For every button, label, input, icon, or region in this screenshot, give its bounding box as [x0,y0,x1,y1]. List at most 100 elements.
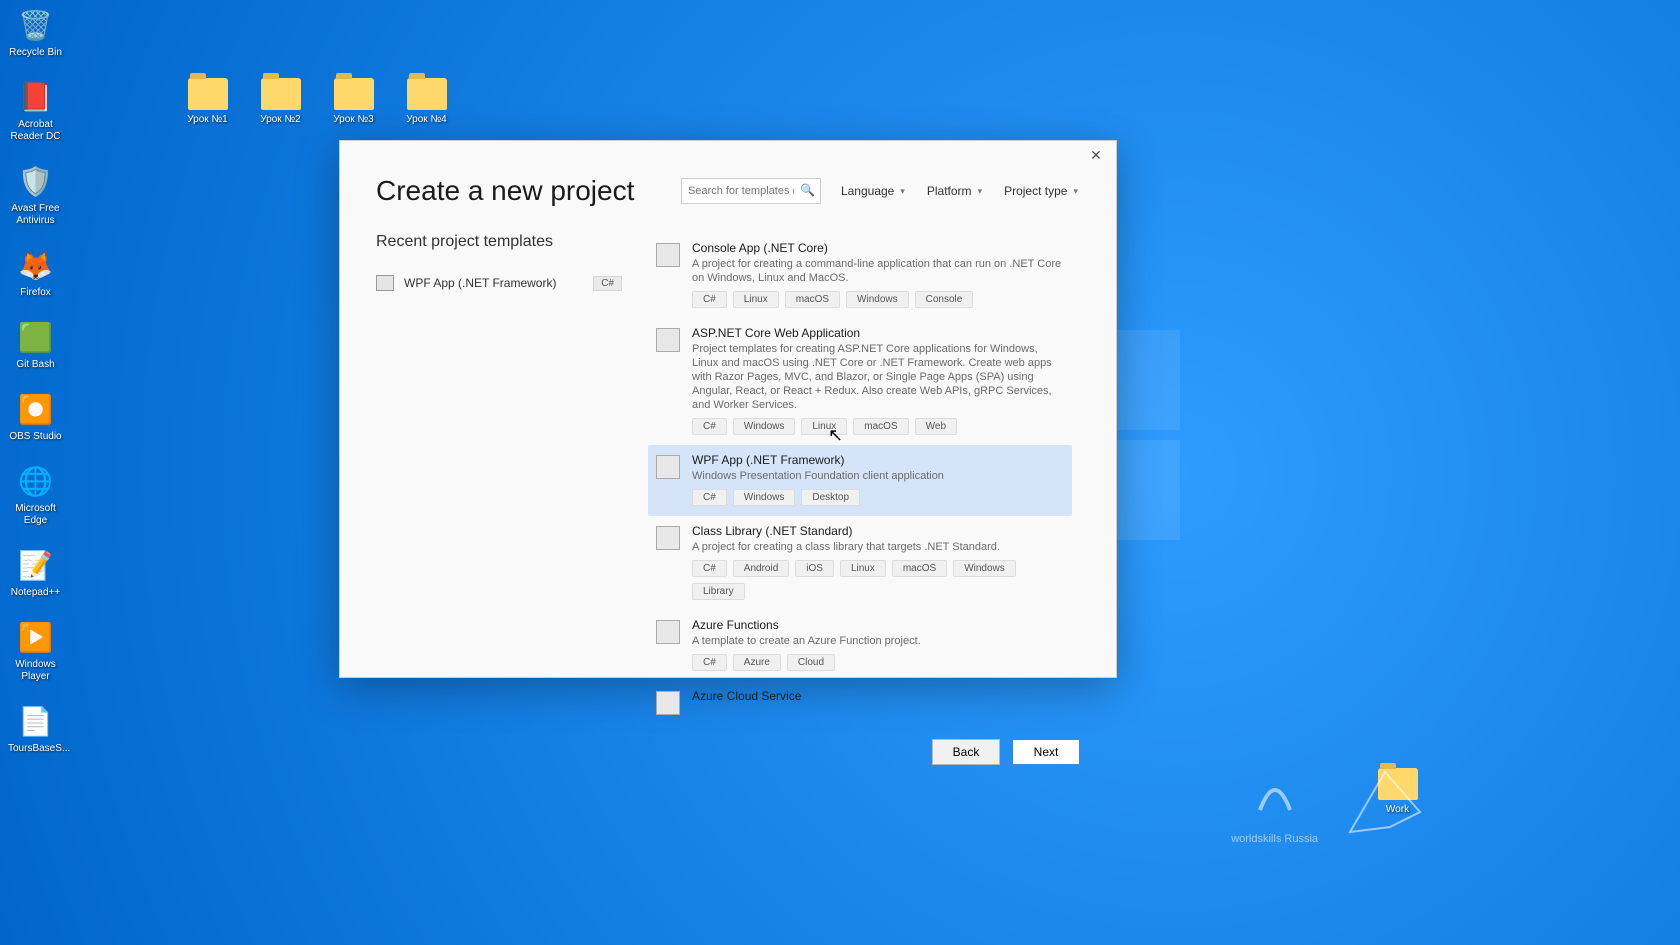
template-tag: Cloud [787,654,835,671]
template-tag: C# [692,291,727,308]
template-item[interactable]: Azure Functions A template to create an … [648,610,1072,681]
template-description: A project for creating a class library t… [692,540,1064,554]
filter-platform[interactable]: Platform [925,180,984,202]
back-button[interactable]: Back [932,739,1000,765]
template-tag: Linux [733,291,779,308]
folder-icon [261,78,301,110]
template-item[interactable]: Console App (.NET Core) A project for cr… [648,233,1072,318]
template-tag: Web [915,418,957,435]
template-tag: C# [692,489,727,506]
template-tag: Android [733,560,789,577]
template-tag: iOS [795,560,834,577]
wmp-icon: ▶️ [16,617,56,657]
cloud-icon [656,691,680,715]
git-bash-icon: 🟩 [16,317,56,357]
desktop-icon-label: Git Bash [8,359,63,371]
template-tag: macOS [853,418,908,435]
recent-template-item[interactable]: WPF App (.NET Framework) C# [376,269,622,297]
avast-icon: 🛡️ [16,161,56,201]
filter-language[interactable]: Language [839,180,907,202]
template-tag: Library [692,583,745,600]
acrobat-icon: 📕 [16,77,56,117]
library-icon [656,526,680,550]
recycle-bin-icon: 🗑️ [16,5,56,45]
template-tag: Linux [801,418,847,435]
console-icon [656,243,680,267]
rossiya-logo [1340,762,1430,845]
template-tag: Linux [840,560,886,577]
search-box: 🔍 [681,178,821,204]
desktop-icon-label: OBS Studio [8,431,63,443]
recent-header: Recent project templates [376,233,622,251]
desktop-icon-avast[interactable]: 🛡️ Avast Free Antivirus [8,161,63,227]
dialog-titlebar: ✕ [340,141,1116,169]
template-name: Class Library (.NET Standard) [692,524,1064,538]
template-tag: macOS [785,291,840,308]
folder-label: Урок №4 [399,114,454,125]
desktop-icon-label: Notepad++ [8,587,63,599]
desktop-icon-wmp[interactable]: ▶️ Windows Player [8,617,63,683]
template-tag: C# [692,560,727,577]
recent-template-tag: C# [593,276,622,291]
desktop-icon-label: Firefox [8,287,63,299]
template-item[interactable]: ASP.NET Core Web Application Project tem… [648,318,1072,445]
desktop-icon-obs[interactable]: ⏺️ OBS Studio [8,389,63,443]
template-tag: C# [692,418,727,435]
folder-label: Урок №3 [326,114,381,125]
desktop-folder-4[interactable]: Урок №4 [399,78,454,125]
desktop-folder-1[interactable]: Урок №1 [180,78,235,125]
template-item[interactable]: Class Library (.NET Standard) A project … [648,516,1072,610]
globe-icon [656,328,680,352]
desktop-folder-2[interactable]: Урок №2 [253,78,308,125]
desktop-icon-label: ToursBaseS... [8,743,63,755]
template-name: WPF App (.NET Framework) [692,453,1064,467]
create-project-dialog: ✕ Create a new project 🔍 Language Platfo… [339,140,1117,678]
wpf-icon [376,275,394,291]
template-tag: Console [915,291,974,308]
desktop-icon-notepadpp[interactable]: 📝 Notepad++ [8,545,63,599]
template-description: Project templates for creating ASP.NET C… [692,342,1064,412]
recent-template-label: WPF App (.NET Framework) [404,276,583,290]
template-tag: Azure [733,654,781,671]
azure-fn-icon [656,620,680,644]
desktop-icon-recycle-bin[interactable]: 🗑️ Recycle Bin [8,5,63,59]
close-button[interactable]: ✕ [1076,141,1116,169]
template-description: A template to create an Azure Function p… [692,634,1064,648]
template-tag: Windows [733,489,796,506]
template-item[interactable]: WPF App (.NET Framework) Windows Present… [648,445,1072,516]
folder-icon [407,78,447,110]
desktop-folder-3[interactable]: Урок №3 [326,78,381,125]
desktop-icon-edge[interactable]: 🌐 Microsoft Edge [8,461,63,527]
template-name: Azure Cloud Service [692,689,1064,703]
search-icon[interactable]: 🔍 [800,183,815,197]
dialog-title: Create a new project [376,175,634,207]
wpf-icon [656,455,680,479]
notepadpp-icon: 📝 [16,545,56,585]
desktop-icon-acrobat[interactable]: 📕 Acrobat Reader DC [8,77,63,143]
template-tag: C# [692,654,727,671]
desktop-icon-firefox[interactable]: 🦊 Firefox [8,245,63,299]
template-item[interactable]: Azure Cloud Service [648,681,1072,725]
watermarks: worldskills Russia [1231,760,1430,845]
template-tag: macOS [892,560,947,577]
edge-icon: 🌐 [16,461,56,501]
close-icon: ✕ [1090,147,1102,164]
folder-label: Урок №1 [180,114,235,125]
filter-project-type[interactable]: Project type [1002,180,1080,202]
desktop-icon-label: Windows Player [8,659,63,683]
obs-icon: ⏺️ [16,389,56,429]
desktop-icon-git-bash[interactable]: 🟩 Git Bash [8,317,63,371]
template-name: ASP.NET Core Web Application [692,326,1064,340]
recent-templates-panel: Recent project templates WPF App (.NET F… [376,233,622,725]
worldskills-logo: worldskills Russia [1231,760,1318,845]
folder-icon [334,78,374,110]
next-button[interactable]: Next [1012,739,1080,765]
template-list[interactable]: Console App (.NET Core) A project for cr… [648,233,1080,725]
template-tag: Desktop [801,489,860,506]
folder-icon [188,78,228,110]
firefox-icon: 🦊 [16,245,56,285]
toursbase-icon: 📄 [16,701,56,741]
template-description: Windows Presentation Foundation client a… [692,469,1064,483]
template-tag: Windows [733,418,796,435]
desktop-icon-toursbase[interactable]: 📄 ToursBaseS... [8,701,63,755]
